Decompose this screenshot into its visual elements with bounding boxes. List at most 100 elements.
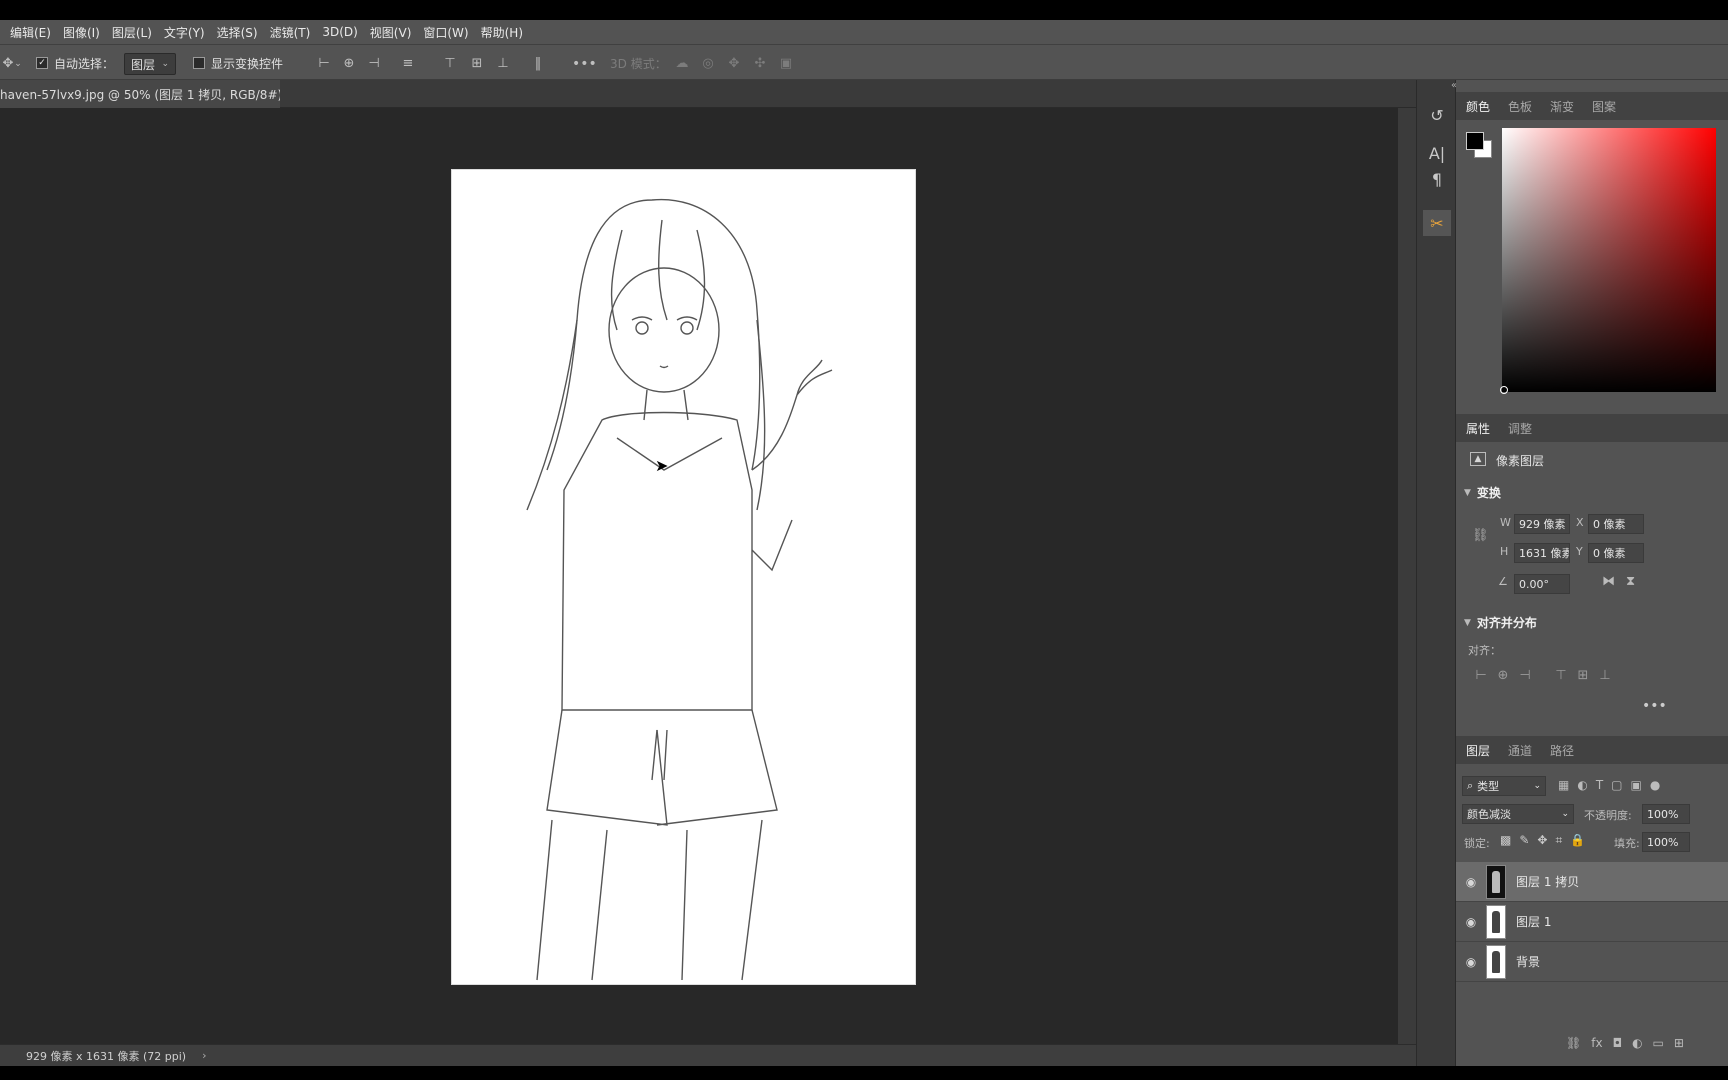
menu-type[interactable]: 文字(Y) (164, 24, 205, 41)
lock-position-icon[interactable]: ✥ (1537, 833, 1547, 847)
chevron-down-icon: ▼ (1464, 617, 1471, 628)
layer-row[interactable]: ◉ 图层 1 (1456, 902, 1728, 942)
align-left-icon[interactable]: ⊢ (316, 57, 332, 71)
menu-select[interactable]: 选择(S) (217, 24, 258, 41)
align-top-icon[interactable]: ⊤ (1550, 668, 1572, 683)
width-field[interactable]: 929 像素 (1514, 514, 1570, 534)
eye-icon[interactable]: ◉ (1456, 915, 1486, 929)
show-transform-checkbox[interactable] (193, 57, 205, 69)
status-menu-arrow[interactable]: › (202, 1049, 206, 1062)
menu-edit[interactable]: 编辑(E) (10, 24, 51, 41)
layer-thumbnail (1486, 944, 1506, 979)
new-group-icon[interactable]: ▭ (1653, 1036, 1664, 1050)
tab-color[interactable]: 颜色 (1466, 98, 1490, 115)
history-icon[interactable]: ↺ (1423, 102, 1451, 128)
flip-vertical-icon[interactable]: ⧗ (1626, 574, 1635, 589)
blend-mode-dropdown[interactable]: 颜色减淡 ⌄ (1462, 804, 1574, 824)
layer-kind-filter[interactable]: ⌕ 类型 ⌄ (1462, 776, 1546, 796)
align-right-icon[interactable]: ⊣ (1514, 668, 1536, 683)
height-field[interactable]: 1631 像素 (1514, 543, 1570, 563)
align-top-icon[interactable]: ⊤ (442, 57, 458, 71)
distribute-v-icon[interactable]: ‖ (530, 57, 546, 71)
x-field[interactable]: 0 像素 (1588, 514, 1644, 534)
opacity-field[interactable]: 100% (1642, 804, 1690, 824)
transform-section-title[interactable]: ▼ 变换 (1464, 484, 1501, 501)
flip-horizontal-icon[interactable]: ⧓ (1602, 574, 1615, 589)
tab-properties[interactable]: 属性 (1466, 420, 1490, 437)
lock-transparency-icon[interactable]: ▩ (1500, 833, 1511, 847)
distribute-h-icon[interactable]: ≡ (400, 57, 416, 71)
menu-window[interactable]: 窗口(W) (423, 24, 468, 41)
new-layer-icon[interactable]: ⊞ (1674, 1036, 1684, 1050)
align-center-h-icon[interactable]: ⊕ (341, 57, 357, 71)
layer-row[interactable]: ◉ 背景 (1456, 942, 1728, 982)
menu-view[interactable]: 视图(V) (370, 24, 412, 41)
color-picker-handle[interactable] (1500, 386, 1508, 394)
orbit-3d-icon[interactable]: ☁ (674, 57, 690, 71)
angle-field[interactable]: 0.00° (1514, 574, 1570, 594)
shape-filter-icon[interactable]: ▢ (1611, 778, 1622, 792)
auto-select-dropdown[interactable]: 图层 ⌄ (124, 53, 176, 75)
new-adjustment-icon[interactable]: ◐ (1632, 1036, 1642, 1050)
layer-style-icon[interactable]: fx (1591, 1036, 1602, 1050)
layer-row[interactable]: ◉ 图层 1 拷贝 (1456, 862, 1728, 902)
layers-footer-icons: ⛓ fx ◘ ◐ ▭ ⊞ (1566, 1036, 1684, 1050)
filter-toggle-icon[interactable]: ● (1650, 778, 1660, 792)
lock-artboard-icon[interactable]: ⌗ (1555, 833, 1562, 847)
auto-select-value: 图层 (131, 57, 156, 72)
menu-3d[interactable]: 3D(D) (322, 25, 357, 39)
menu-image[interactable]: 图像(I) (63, 24, 100, 41)
tab-swatches[interactable]: 色板 (1508, 98, 1532, 115)
eye-icon[interactable]: ◉ (1456, 955, 1486, 969)
y-field[interactable]: 0 像素 (1588, 543, 1644, 563)
color-field[interactable] (1502, 128, 1716, 392)
pan-3d-icon[interactable]: ✥ (726, 57, 742, 71)
more-align-options-icon[interactable]: ••• (1642, 698, 1667, 714)
align-bottom-icon[interactable]: ⊥ (495, 57, 511, 71)
slide-3d-icon[interactable]: ✣ (752, 57, 768, 71)
vertical-scrollbar[interactable] (1398, 108, 1416, 1044)
tab-channels[interactable]: 通道 (1508, 742, 1532, 759)
align-left-icon[interactable]: ⊢ (1470, 668, 1492, 683)
menu-filter[interactable]: 滤镜(T) (270, 24, 311, 41)
tool-preset-chevron-icon[interactable]: ⌄ (10, 57, 26, 71)
adjustment-filter-icon[interactable]: ◐ (1577, 778, 1587, 792)
align-right-icon[interactable]: ⊣ (366, 57, 382, 71)
roll-3d-icon[interactable]: ◎ (700, 57, 716, 71)
menu-help[interactable]: 帮助(H) (481, 24, 523, 41)
show-transform-option[interactable]: 显示变换控件 (193, 55, 283, 71)
image-filter-icon[interactable]: ▦ (1558, 778, 1569, 792)
more-options-icon[interactable]: ••• (572, 57, 597, 71)
tab-adjustments[interactable]: 调整 (1508, 420, 1532, 437)
menu-layer[interactable]: 图层(L) (112, 24, 152, 41)
fill-field[interactable]: 100% (1642, 832, 1690, 852)
align-center-h-icon[interactable]: ⊕ (1492, 668, 1514, 683)
lock-label: 锁定: (1464, 837, 1490, 850)
auto-select-option[interactable]: ✓ 自动选择： (36, 55, 114, 71)
character-icon[interactable]: A| (1423, 140, 1451, 166)
align-middle-v-icon[interactable]: ⊞ (1572, 668, 1594, 683)
lock-all-icon[interactable]: 🔒 (1570, 833, 1585, 847)
tab-layers[interactable]: 图层 (1466, 742, 1490, 759)
document-tab[interactable]: haven-57lvx9.jpg @ 50% (图层 1 拷贝, RGB/8#)… (0, 80, 280, 108)
lock-pixels-icon[interactable]: ✎ (1519, 833, 1529, 847)
type-filter-icon[interactable]: T (1596, 778, 1603, 792)
document-tab-title: haven-57lvx9.jpg @ 50% (图层 1 拷贝, RGB/8#)… (0, 87, 280, 102)
tab-gradients[interactable]: 渐变 (1550, 98, 1574, 115)
align-distribute-section-title[interactable]: ▼ 对齐并分布 (1464, 614, 1537, 631)
add-mask-icon[interactable]: ◘ (1613, 1036, 1623, 1050)
align-middle-v-icon[interactable]: ⊞ (469, 57, 485, 71)
foreground-swatch[interactable] (1466, 132, 1484, 150)
tab-patterns[interactable]: 图案 (1592, 98, 1616, 115)
align-bottom-icon[interactable]: ⊥ (1594, 668, 1616, 683)
auto-select-checkbox[interactable]: ✓ (36, 57, 48, 69)
link-layers-icon[interactable]: ⛓ (1566, 1036, 1581, 1050)
camera-3d-icon[interactable]: ▣ (778, 57, 794, 71)
tab-paths[interactable]: 路径 (1550, 742, 1574, 759)
eye-icon[interactable]: ◉ (1456, 875, 1486, 889)
link-icon[interactable]: ⛓ (1472, 528, 1489, 543)
canvas-image[interactable] (451, 169, 916, 985)
paragraph-icon[interactable]: ¶ (1423, 166, 1451, 192)
smart-object-filter-icon[interactable]: ▣ (1631, 778, 1642, 792)
tool-presets-icon[interactable]: ✂ (1423, 210, 1451, 236)
